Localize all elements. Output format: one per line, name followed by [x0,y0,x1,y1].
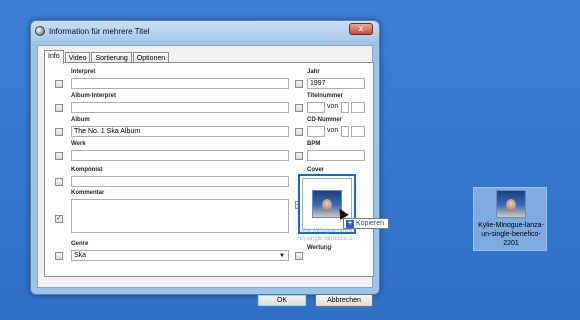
interpret-label: Interpret [71,69,96,75]
bpm-field[interactable] [307,150,365,161]
genre-value: Ska [74,252,87,259]
komponist-label: Komponist [71,167,103,173]
itunes-app-icon [35,26,45,36]
tab-info[interactable]: Info [44,50,64,64]
cover-label: Cover [307,167,325,173]
album-interpret-checkbox[interactable] [55,104,63,112]
title-bar[interactable]: Information für mehrere Titel x [31,21,379,41]
cd-nummer-total-field[interactable] [351,126,365,137]
wertung-checkbox[interactable] [295,252,303,260]
cd-nummer-label: CD-Nummer [307,117,343,123]
jahr-label: Jahr [307,69,320,75]
kommentar-checkbox[interactable]: ✓ [55,215,63,223]
bpm-label: BPM [307,141,321,147]
album-label: Album [71,117,90,123]
cd-nummer-von-label: von [327,127,339,134]
genre-select[interactable]: Ska ▼ [71,250,289,261]
titelnummer-total-field[interactable] [351,102,365,113]
multi-track-info-dialog: Information für mehrere Titel x Info Vid… [30,20,380,307]
cancel-button[interactable]: Abbrechen [315,294,373,307]
cd-nummer-field[interactable] [307,126,325,137]
album-field[interactable]: The No. 1 Ska Album [71,126,289,137]
komponist-checkbox[interactable] [55,178,63,186]
drag-ghost-line-2: un-single-benefico-2 [298,236,353,242]
chevron-down-icon: ▼ [279,253,285,259]
dialog-client: Info Video Sortierung Optionen Interpret… [37,45,374,307]
plus-icon: + [346,219,354,228]
titelnummer-total-checkbox[interactable] [341,102,349,113]
album-interpret-label: Album-Interpret [71,93,116,99]
jahr-checkbox[interactable] [295,80,303,88]
interpret-field[interactable] [71,78,289,89]
window-title: Information für mehrere Titel [49,26,150,36]
genre-checkbox[interactable] [55,252,63,260]
werk-field[interactable] [71,150,289,161]
cd-nummer-total-checkbox[interactable] [341,126,349,137]
desktop-file-icon[interactable]: Kylie-Minogue-lanza-un-single-benefico-2… [473,187,547,251]
ok-button[interactable]: OK [257,294,307,307]
drag-copy-label: Kopieren [356,220,385,227]
cd-nummer-checkbox[interactable] [295,128,303,136]
drag-copy-tooltip: + Kopieren [343,218,390,229]
titelnummer-checkbox[interactable] [295,104,303,112]
kommentar-label: Kommentar [71,190,105,196]
artwork-face [322,199,332,211]
thumbnail-face [506,199,516,211]
info-panel: Interpret Album-Interpret Album The No. … [44,62,374,277]
close-button[interactable]: x [349,23,373,35]
desktop-file-label: Kylie-Minogue-lanza-un-single-benefico-2… [478,222,544,247]
file-image-thumbnail [496,190,526,218]
werk-checkbox[interactable] [55,152,63,160]
drag-ghost-line-3: 01 [326,244,333,250]
komponist-field[interactable] [71,176,289,187]
interpret-checkbox[interactable] [55,80,63,88]
titelnummer-field[interactable] [307,102,325,113]
album-interpret-field[interactable] [71,102,289,113]
titelnummer-von-label: von [327,103,339,110]
werk-label: Werk [71,141,86,147]
titelnummer-label: Titelnummer [307,93,343,99]
jahr-field[interactable]: 1997 [307,78,365,89]
kommentar-field[interactable] [71,199,289,233]
bpm-checkbox[interactable] [295,152,303,160]
album-checkbox[interactable] [55,128,63,136]
genre-label: Genre [71,241,89,247]
